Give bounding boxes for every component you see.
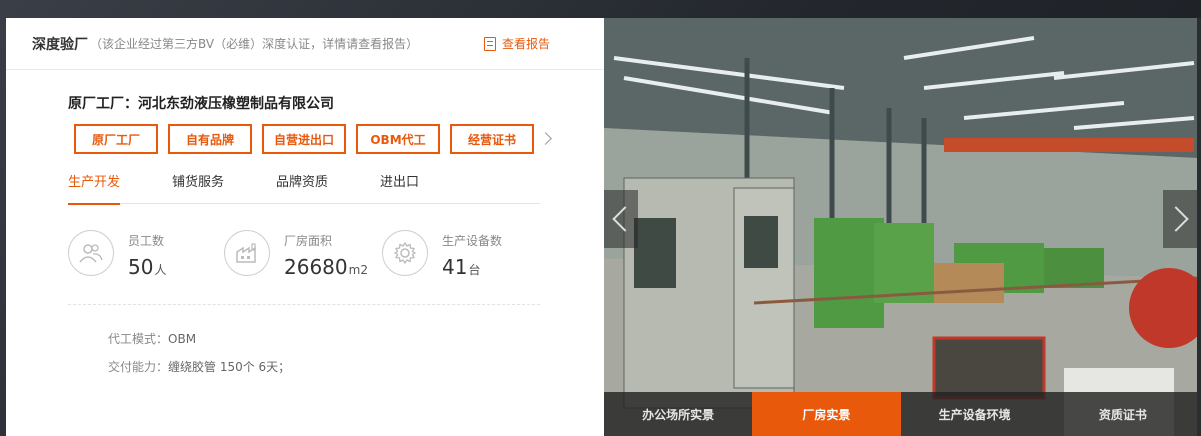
tab-distribution[interactable]: 铺货服务 <box>172 168 224 204</box>
stats-row: 员工数 50人 厂房面积 26680m2 生产设备数 41台 <box>68 230 548 290</box>
factory-name: 原厂工厂：河北东劲液压橡塑制品有限公司 <box>68 96 334 112</box>
stat-factory-area: 厂房面积 26680m2 <box>224 230 368 279</box>
stat-employees: 员工数 50人 <box>68 230 166 279</box>
carousel-prev-arrow[interactable] <box>604 190 638 248</box>
factory-photo-carousel: 办公场所实景 厂房实景 生产设备环境 资质证书 <box>604 18 1197 436</box>
factory-icon <box>224 230 270 276</box>
report-document-icon <box>483 36 496 51</box>
stat-value: 26680m2 <box>284 255 368 279</box>
people-icon <box>68 230 114 276</box>
divider <box>68 304 540 305</box>
tab-import-export[interactable]: 进出口 <box>380 168 419 204</box>
photo-tab-bar: 办公场所实景 厂房实景 生产设备环境 资质证书 <box>604 392 1197 436</box>
tag-obm[interactable]: OBM代工 <box>356 124 440 154</box>
header-title: 深度验厂 <box>32 36 88 53</box>
tag-business-cert[interactable]: 经营证书 <box>450 124 534 154</box>
oem-mode-row: 代工模式：OBM <box>108 330 196 347</box>
gear-icon <box>382 230 428 276</box>
info-value: OBM <box>168 332 197 346</box>
tag-list: 原厂工厂 自有品牌 自营进出口 OBM代工 经营证书 <box>74 124 544 154</box>
delivery-capacity-row: 交付能力：缠绕胶管 150个 6天； <box>108 358 290 375</box>
subtab-bar: 生产开发 铺货服务 品牌资质 进出口 <box>68 168 540 205</box>
info-key: 交付能力： <box>108 360 169 374</box>
factory-photo <box>604 18 1197 436</box>
carousel-next-arrow[interactable] <box>1163 190 1197 248</box>
tab-equipment-photos[interactable]: 生产设备环境 <box>901 392 1049 436</box>
tab-certificates[interactable]: 资质证书 <box>1049 392 1197 436</box>
tab-office-photos[interactable]: 办公场所实景 <box>604 392 752 436</box>
stat-label: 员工数 <box>128 234 165 248</box>
header-note: （该企业经过第三方BV（必维）深度认证，详情请查看报告） <box>90 37 419 51</box>
factory-card: 深度验厂 （该企业经过第三方BV（必维）深度认证，详情请查看报告） 查看报告 原… <box>6 18 604 436</box>
tab-brand-qualification[interactable]: 品牌资质 <box>276 168 328 204</box>
stat-label: 生产设备数 <box>442 234 503 248</box>
page-edge <box>1197 18 1201 436</box>
tag-self-export[interactable]: 自营进出口 <box>262 124 346 154</box>
view-report-link[interactable]: 查看报告 <box>483 35 550 52</box>
stat-label: 厂房面积 <box>284 234 333 248</box>
info-key: 代工模式： <box>108 332 169 346</box>
tab-factory-photos[interactable]: 厂房实景 <box>752 392 901 436</box>
stat-value: 41台 <box>442 255 481 279</box>
stat-value: 50人 <box>128 255 167 279</box>
tag-original-factory[interactable]: 原厂工厂 <box>74 124 158 154</box>
view-report-label: 查看报告 <box>501 37 550 51</box>
tab-production[interactable]: 生产开发 <box>68 168 121 205</box>
chevron-right-icon[interactable] <box>540 130 554 148</box>
info-value: 缠绕胶管 150个 6天； <box>168 360 291 374</box>
tag-own-brand[interactable]: 自有品牌 <box>168 124 252 154</box>
card-header: 深度验厂 （该企业经过第三方BV（必维）深度认证，详情请查看报告） 查看报告 <box>6 18 604 70</box>
stat-equipment: 生产设备数 41台 <box>382 230 502 279</box>
